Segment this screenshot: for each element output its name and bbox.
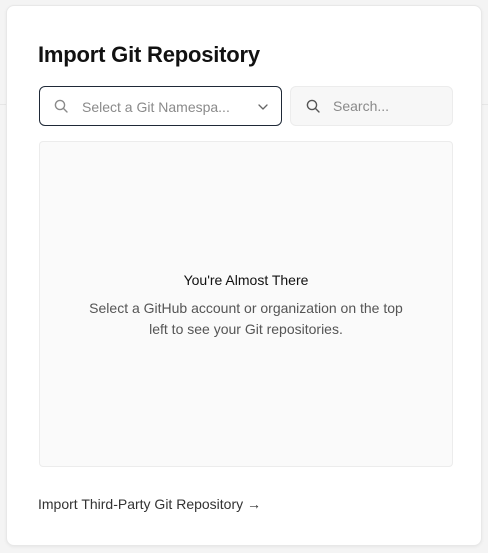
search-icon bbox=[306, 99, 320, 118]
search-field[interactable] bbox=[290, 86, 453, 126]
search-icon bbox=[54, 99, 68, 118]
page-title: Import Git Repository bbox=[38, 42, 260, 67]
chevron-down-icon bbox=[257, 100, 269, 118]
namespace-select-placeholder: Select a Git Namespa... bbox=[82, 99, 230, 115]
git-namespace-select[interactable]: Select a Git Namespa... bbox=[39, 86, 282, 126]
empty-state-description: Select a GitHub account or organization … bbox=[89, 300, 403, 337]
import-git-repository-card: Import Git Repository Select a Git Names… bbox=[6, 5, 482, 546]
search-input[interactable] bbox=[333, 87, 445, 125]
empty-state-heading: You're Almost There bbox=[183, 272, 309, 288]
import-third-party-repository-link[interactable]: Import Third-Party Git Repository → bbox=[38, 496, 261, 512]
repository-list-empty-state: You're Almost There Select a GitHub acco… bbox=[39, 141, 453, 467]
